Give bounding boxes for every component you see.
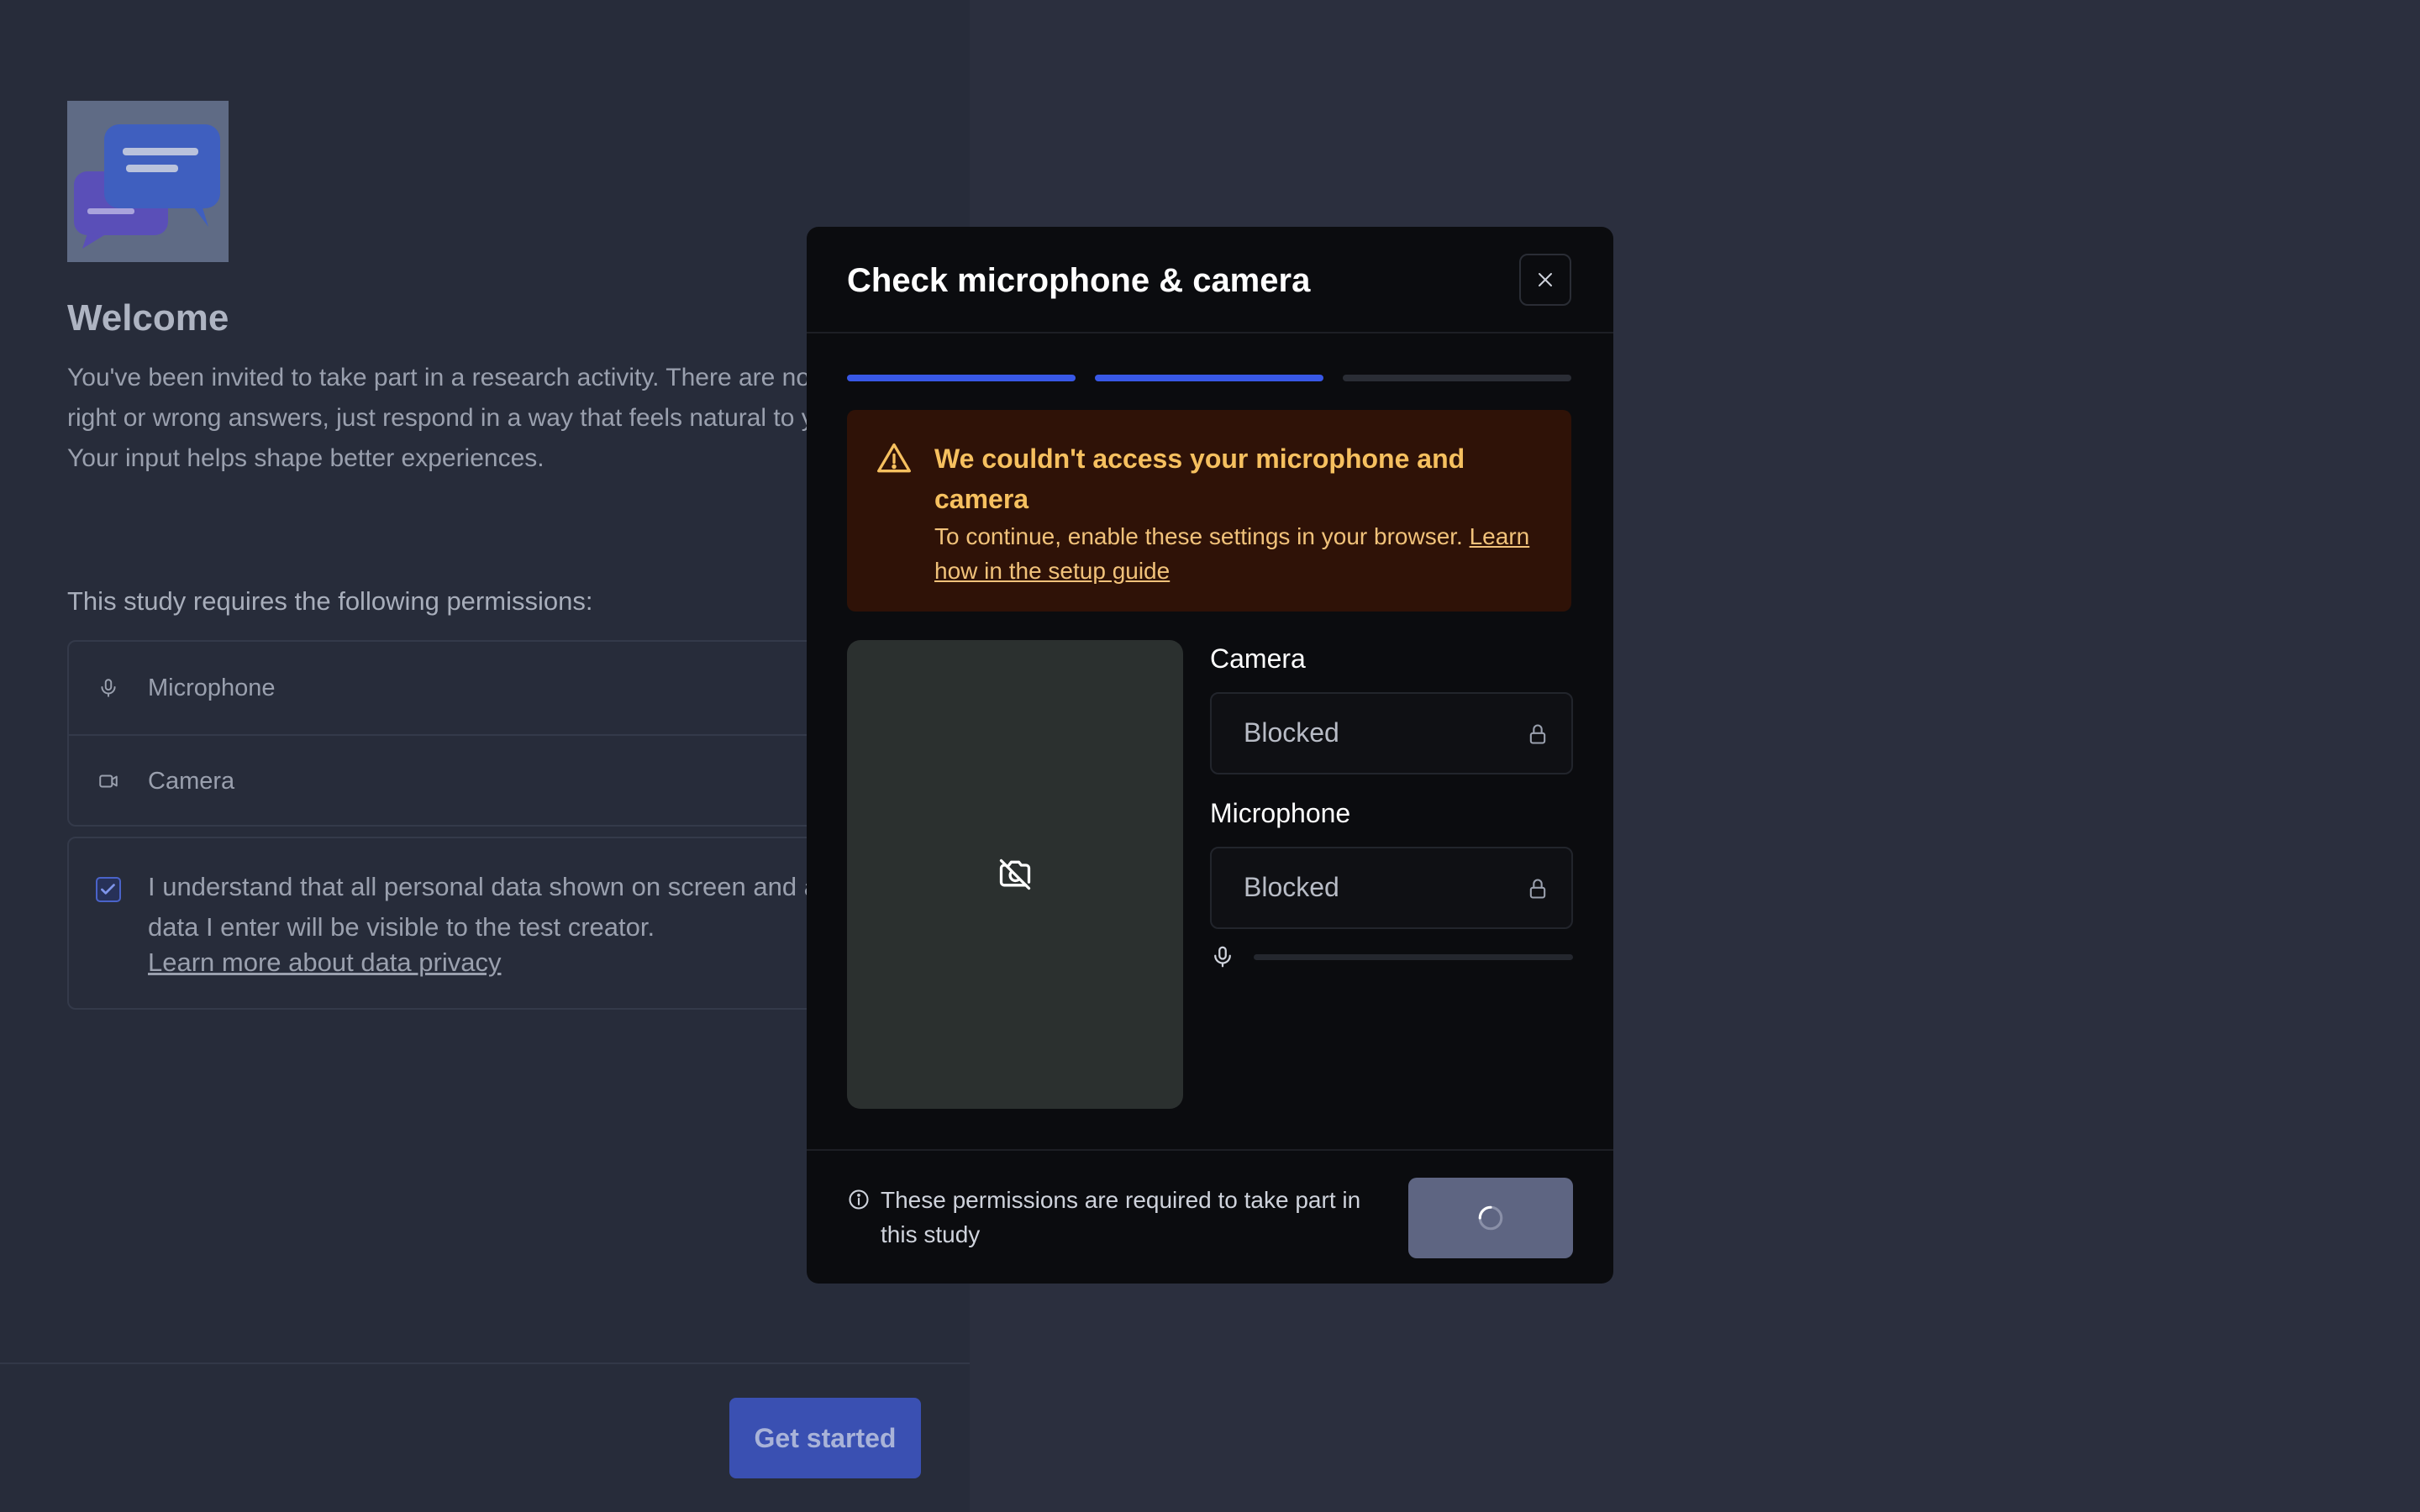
microphone-level-meter xyxy=(1254,954,1573,960)
permissions-list: Microphone Camera xyxy=(67,640,908,827)
permission-label: Camera xyxy=(148,767,235,795)
alert-message: To continue, enable these settings in yo… xyxy=(934,523,1463,549)
lock-icon xyxy=(1529,724,1546,744)
device-check-modal: Check microphone & camera We couldn't ac… xyxy=(807,227,1613,1284)
warning-triangle-icon xyxy=(877,443,911,473)
microphone-status: Blocked xyxy=(1244,872,1339,902)
close-icon xyxy=(1539,273,1552,286)
permissions-required-note: These permissions are required to take p… xyxy=(881,1187,1361,1247)
close-button[interactable] xyxy=(1519,254,1571,306)
microphone-icon xyxy=(101,679,116,697)
footer-divider xyxy=(0,1362,970,1364)
continue-button[interactable] xyxy=(1408,1178,1573,1258)
modal-title: Check microphone & camera xyxy=(847,262,1311,299)
permission-item-microphone: Microphone xyxy=(69,642,906,736)
video-camera-icon xyxy=(99,774,118,788)
modal-footer: These permissions are required to take p… xyxy=(807,1149,1613,1284)
camera-label: Camera xyxy=(1210,643,1306,674)
consent-text: I understand that all personal data show… xyxy=(148,867,887,948)
welcome-title: Welcome xyxy=(67,297,229,339)
alert-title: We couldn't access your microphone and c… xyxy=(934,444,1465,514)
camera-select[interactable]: Blocked xyxy=(1210,692,1573,774)
data-privacy-link[interactable]: Learn more about data privacy xyxy=(148,948,501,978)
camera-status: Blocked xyxy=(1244,717,1339,748)
lock-icon xyxy=(1529,879,1546,899)
loading-spinner-icon xyxy=(1478,1205,1503,1231)
chat-bubbles-logo xyxy=(67,101,229,262)
microphone-label: Microphone xyxy=(1210,798,1351,828)
microphone-level-icon xyxy=(1214,946,1231,968)
permission-item-camera: Camera xyxy=(69,735,906,827)
permissions-heading: This study requires the following permis… xyxy=(67,586,593,616)
modal-header: Check microphone & camera xyxy=(807,227,1613,333)
progress-step-1 xyxy=(847,375,1076,381)
progress-step-3 xyxy=(1343,375,1571,381)
intro-text: You've been invited to take part in a re… xyxy=(67,364,849,472)
camera-off-icon xyxy=(999,858,1031,890)
progress-step-2 xyxy=(1095,375,1323,381)
consent-checkbox[interactable] xyxy=(96,877,121,902)
info-icon xyxy=(849,1189,869,1210)
microphone-select[interactable]: Blocked xyxy=(1210,847,1573,929)
step-progress xyxy=(847,375,1571,381)
consent-text-line-1: I understand that all personal data show… xyxy=(148,872,846,901)
permission-label: Microphone xyxy=(148,674,276,701)
camera-preview xyxy=(847,640,1183,1109)
checkmark-icon xyxy=(101,884,115,895)
permission-error-alert: We couldn't access your microphone and c… xyxy=(847,410,1571,612)
get-started-button[interactable]: Get started xyxy=(729,1398,921,1478)
consent-box: I understand that all personal data show… xyxy=(67,837,908,1010)
alert-body: To continue, enable these settings in yo… xyxy=(934,519,1548,588)
consent-text-line-2: data I enter will be visible to the test… xyxy=(148,912,655,942)
